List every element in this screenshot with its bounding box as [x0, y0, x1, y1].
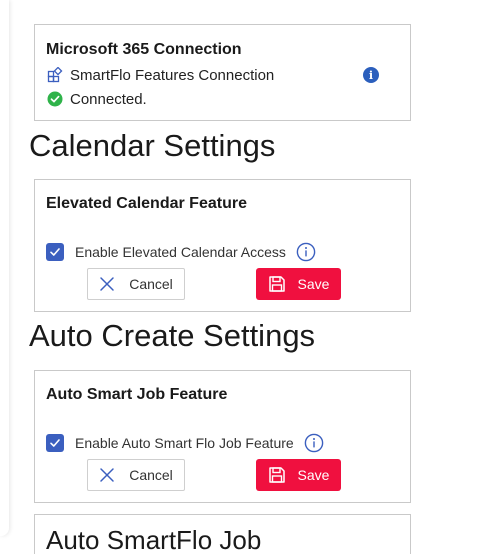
auto-create-cancel-label: Cancel — [129, 467, 173, 483]
close-icon — [99, 467, 115, 483]
calendar-cancel-label: Cancel — [129, 276, 173, 292]
calendar-settings-heading: Calendar Settings — [29, 128, 276, 163]
left-panel-edge — [0, 0, 9, 536]
info-outline-icon[interactable] — [296, 242, 316, 262]
save-disk-icon — [268, 466, 286, 484]
auto-smart-job-checkbox[interactable] — [46, 434, 64, 452]
auto-smart-job-checkbox-label: Enable Auto Smart Flo Job Feature — [75, 435, 294, 451]
auto-create-settings-heading: Auto Create Settings — [29, 318, 316, 353]
elevated-calendar-checkbox-row: Enable Elevated Calendar Access — [46, 242, 316, 262]
features-connection-row: SmartFlo Features Connection — [46, 65, 274, 85]
auto-smart-job-card: Auto Smart Job Feature Enable Auto Smart… — [34, 370, 411, 503]
connection-title: Microsoft 365 Connection — [46, 41, 242, 58]
connection-status-row: Connected. — [46, 89, 147, 109]
auto-smart-job-checkbox-row: Enable Auto Smart Flo Job Feature — [46, 433, 324, 453]
auto-smartflo-job-heading: Auto SmartFlo Job — [46, 525, 262, 555]
auto-create-save-label: Save — [297, 467, 330, 483]
m365-connection-card: Microsoft 365 Connection SmartFlo Featur… — [34, 24, 411, 121]
elevated-calendar-card: Elevated Calendar Feature Enable Elevate… — [34, 179, 411, 312]
calendar-save-button[interactable]: Save — [256, 268, 341, 300]
save-disk-icon — [268, 275, 286, 293]
elevated-calendar-title: Elevated Calendar Feature — [46, 195, 247, 212]
calendar-save-label: Save — [297, 276, 330, 292]
info-outline-icon[interactable] — [304, 433, 324, 453]
auto-smart-job-title: Auto Smart Job Feature — [46, 386, 228, 403]
elevated-calendar-checkbox-label: Enable Elevated Calendar Access — [75, 244, 286, 260]
check-circle-icon — [46, 90, 64, 108]
auto-create-save-button[interactable]: Save — [256, 459, 341, 491]
elevated-calendar-checkbox[interactable] — [46, 243, 64, 261]
calendar-cancel-button[interactable]: Cancel — [87, 268, 185, 300]
connection-status: Connected. — [70, 90, 147, 108]
auto-smartflo-job-card: Auto SmartFlo Job — [34, 514, 411, 555]
info-icon[interactable]: i — [363, 67, 379, 83]
close-icon — [99, 276, 115, 292]
auto-create-cancel-button[interactable]: Cancel — [87, 459, 185, 491]
features-connection-label: SmartFlo Features Connection — [70, 66, 275, 84]
apps-grid-icon — [46, 66, 64, 84]
